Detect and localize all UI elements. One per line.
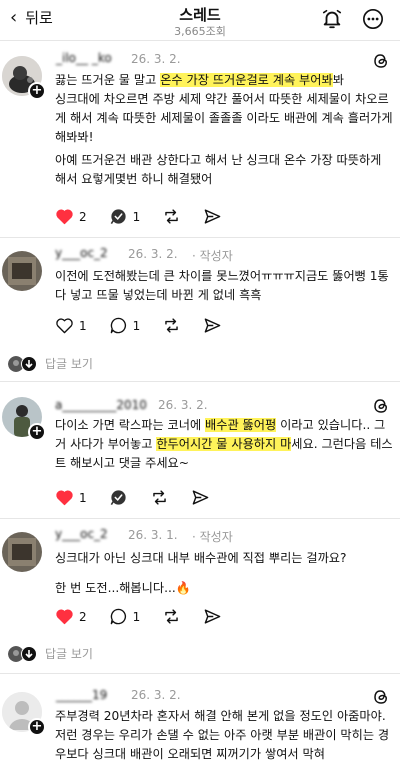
repost-icon [152, 490, 166, 505]
like-button[interactable]: 1 [55, 316, 87, 335]
username[interactable]: ______19 [56, 688, 107, 702]
body-line: 다이소 가면 락스파는 코너에 배수관 뚫어펑 이라고 있습니다.. 그거 사다… [55, 416, 395, 473]
highlighted-text: 온수 가장 뜨거운걸로 계속 부어봐 [160, 73, 333, 87]
view-replies-label: 답글 보기 [45, 357, 93, 371]
post-date: 26. 3. 2. [131, 52, 181, 66]
share-icon [204, 609, 221, 624]
view-replies[interactable]: 답글 보기 [8, 355, 93, 372]
like-count: 1 [79, 490, 87, 505]
chevron-down-icon [21, 645, 37, 662]
heart-icon [56, 209, 73, 225]
heart-icon [56, 609, 73, 625]
share-icon [204, 318, 221, 333]
comment-button[interactable]: 1 [109, 607, 141, 626]
username[interactable]: y___oc_2 [55, 246, 108, 260]
avatar-image [2, 532, 42, 572]
like-button[interactable]: 1 [55, 488, 87, 507]
repost-icon [165, 318, 179, 333]
post-actions: 2 1 [55, 607, 244, 626]
author-tag: · 작성자 [192, 249, 233, 263]
repost-button[interactable] [162, 207, 181, 226]
view-replies-label: 답글 보기 [45, 647, 93, 661]
follow-plus-icon[interactable]: + [28, 82, 46, 100]
comment-icon [110, 490, 126, 506]
like-button[interactable]: 2 [55, 607, 87, 626]
post-date: 26. 3. 1. [128, 528, 178, 542]
username[interactable]: _ilo__ _ko [56, 51, 112, 65]
post-body: 다이소 가면 락스파는 코너에 배수관 뚫어펑 이라고 있습니다.. 그거 사다… [55, 416, 395, 473]
bell-icon[interactable] [321, 8, 343, 30]
repost-button[interactable] [150, 488, 169, 507]
threads-logo-icon [374, 690, 388, 704]
body-text: 끓는 뜨거운 물 말고 [55, 73, 161, 87]
post-actions: 2 1 [55, 207, 244, 226]
body-line: 끓는 뜨거운 물 말고 온수 가장 뜨거운걸로 계속 부어봐봐 [55, 71, 395, 90]
threads-logo-icon [374, 54, 388, 68]
like-count: 2 [79, 209, 87, 224]
share-button[interactable] [203, 607, 222, 626]
repost-icon [165, 609, 179, 624]
reply-count: 1 [132, 609, 141, 624]
body-line: 아예 뜨거운건 배관 상한다고 해서 난 싱크대 온수 가장 따뜻하게 해서 요… [55, 153, 382, 186]
post-body: 싱크대가 아닌 싱크대 내부 배수관에 직접 뿌리는 걸까요? 한 번 도전..… [55, 549, 393, 598]
heart-icon [56, 490, 73, 506]
comment-icon [110, 317, 126, 334]
body-line: 이전에 도전해봤는데 큰 차이를 못느꼈어ㅠㅠㅠ지금도 뚫어뻥 1통 다 넣고 … [55, 269, 389, 302]
avatar-image [2, 251, 42, 291]
share-icon [204, 209, 221, 224]
body-line: 주부경력 20년차라 혼자서 해결 안해 본게 없을 정도인 아줌마야. 저런 … [55, 709, 390, 761]
threads-logo-icon [374, 399, 388, 413]
share-button[interactable] [203, 207, 222, 226]
like-count: 1 [79, 318, 87, 333]
post-divider [0, 518, 400, 519]
repost-button[interactable] [162, 316, 181, 335]
highlighted-text: 배수관 뚫어펑 [205, 418, 277, 432]
post-body: 이전에 도전해봤는데 큰 차이를 못느꼈어ㅠㅠㅠ지금도 뚫어뻥 1통 다 넣고 … [55, 267, 393, 305]
post-body: 주부경력 20년차라 혼자서 해결 안해 본게 없을 정도인 아줌마야. 저런 … [55, 707, 395, 764]
more-icon[interactable] [362, 8, 384, 30]
post-divider [0, 381, 400, 382]
post-date: 26. 3. 2. [158, 398, 208, 412]
comment-button[interactable]: 1 [109, 316, 141, 335]
post-divider [0, 237, 400, 238]
post-date: 26. 3. 2. [131, 688, 181, 702]
comment-button[interactable] [109, 488, 128, 507]
highlighted-text: 한두어시간 물 사용하지 마 [156, 437, 292, 451]
follow-plus-icon[interactable]: + [28, 718, 46, 736]
body-text: 봐 [332, 73, 344, 87]
avatar[interactable] [2, 532, 42, 572]
author-tag: · 작성자 [192, 530, 233, 544]
share-button[interactable] [203, 316, 222, 335]
repost-button[interactable] [162, 607, 181, 626]
chevron-down-icon [21, 355, 37, 372]
repost-icon [165, 209, 179, 224]
top-bar: ‹ 뒤로 스레드 3,665조회 [0, 0, 400, 40]
follow-plus-icon[interactable]: + [28, 423, 46, 441]
comment-button[interactable]: 1 [109, 207, 141, 226]
post-actions: 1 1 [55, 316, 244, 335]
username[interactable]: a_________2010 [55, 398, 147, 412]
username[interactable]: y___oc_2 [55, 527, 108, 541]
comment-icon [110, 209, 126, 225]
avatar[interactable] [2, 251, 42, 291]
comment-icon [110, 608, 126, 625]
reply-count: 1 [132, 318, 141, 333]
post-actions: 1 [55, 488, 232, 507]
heart-icon [56, 318, 73, 334]
share-button[interactable] [191, 488, 210, 507]
body-line: 싱크대에 차오르면 주방 세제 약간 풀어서 따뜻한 세제물이 차오르게 해서 … [55, 92, 393, 144]
header-divider [0, 40, 400, 41]
share-icon [192, 490, 208, 505]
like-count: 2 [79, 609, 87, 624]
post-divider [0, 673, 400, 674]
body-line: 싱크대가 아닌 싱크대 내부 배수관에 직접 뿌리는 걸까요? [55, 551, 347, 565]
post-body: 끓는 뜨거운 물 말고 온수 가장 뜨거운걸로 계속 부어봐봐 싱크대에 차오르… [55, 71, 395, 189]
body-line: 한 번 도전...해봅니다...🔥 [55, 581, 191, 595]
view-replies[interactable]: 답글 보기 [8, 645, 93, 662]
reply-count: 1 [132, 209, 141, 224]
post-date: 26. 3. 2. [128, 247, 178, 261]
like-button[interactable]: 2 [55, 207, 87, 226]
body-text: 다이소 가면 락스파는 코너에 [55, 418, 206, 432]
